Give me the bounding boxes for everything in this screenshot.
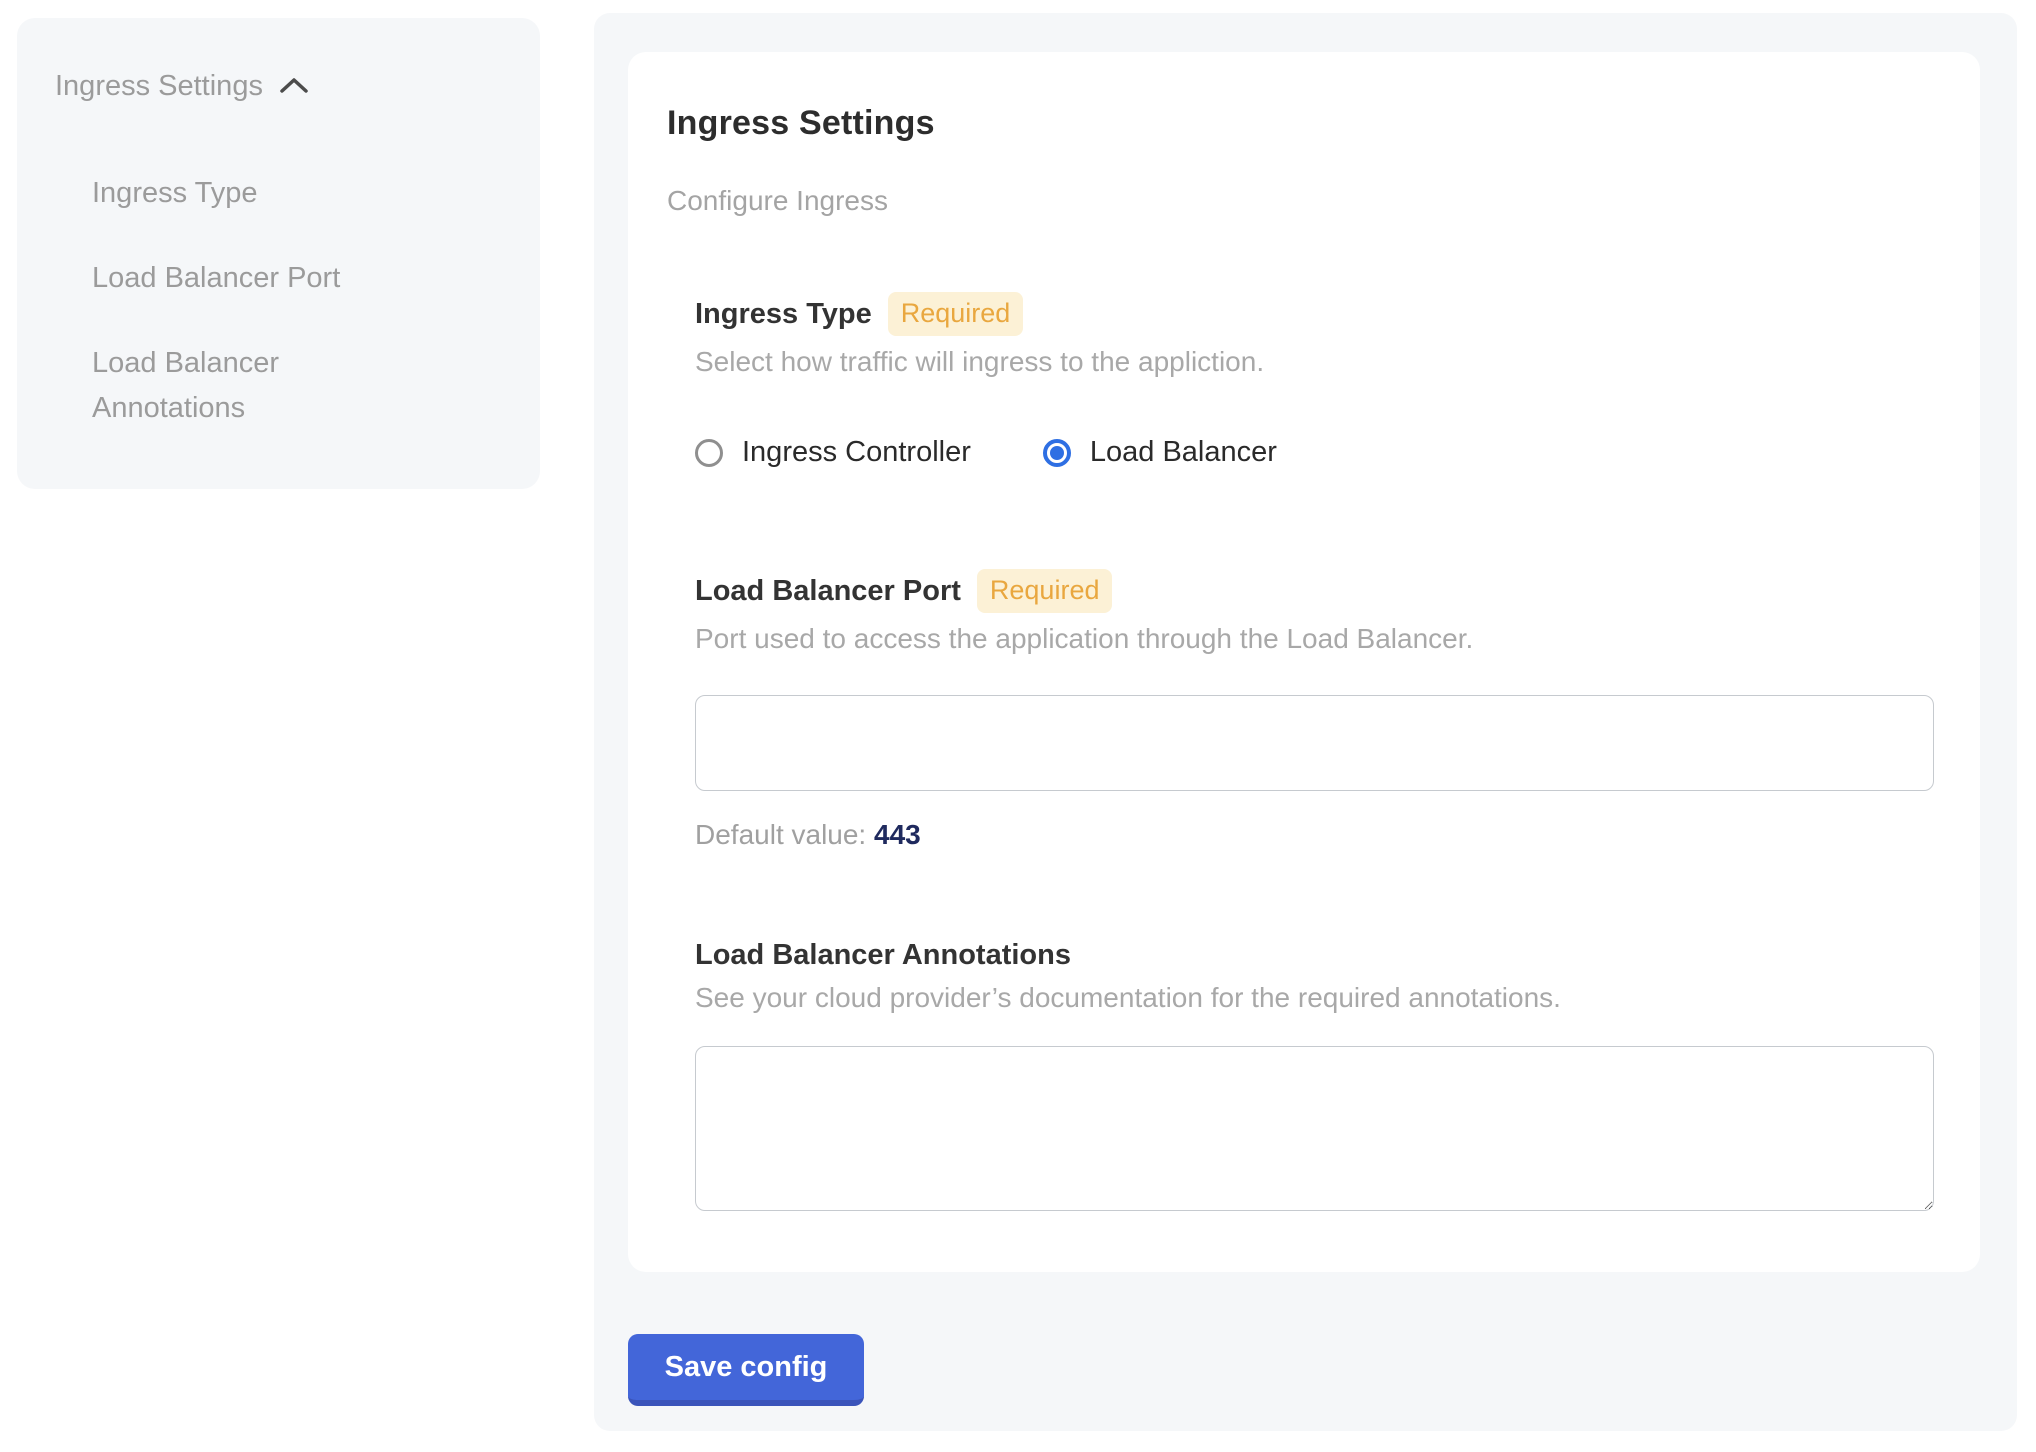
ingress-type-description: Select how traffic will ingress to the a… — [695, 346, 1934, 378]
settings-sidebar: Ingress Settings Ingress Type Load Balan… — [17, 18, 540, 489]
sidebar-section-ingress-settings[interactable]: Ingress Settings — [55, 70, 540, 103]
radio-label: Load Balancer — [1090, 436, 1277, 469]
load-balancer-port-heading: Load Balancer Port — [695, 575, 961, 608]
form-sections: Ingress Type Required Select how traffic… — [695, 292, 1934, 1211]
radio-dot — [1050, 446, 1064, 460]
section-heading-row: Load Balancer Annotations — [695, 939, 1934, 972]
default-value: 443 — [874, 819, 921, 850]
main-panel: Ingress Settings Configure Ingress Ingre… — [594, 13, 2017, 1431]
sidebar-section-label: Ingress Settings — [55, 70, 263, 103]
sidebar-nav-list: Ingress Type Load Balancer Port Load Bal… — [92, 171, 422, 431]
load-balancer-port-input[interactable] — [695, 695, 1934, 791]
load-balancer-port-description: Port used to access the application thro… — [695, 623, 1934, 655]
load-balancer-annotations-textarea[interactable] — [695, 1046, 1934, 1211]
section-ingress-type: Ingress Type Required Select how traffic… — [695, 292, 1934, 469]
default-value-line: Default value: 443 — [695, 819, 1934, 851]
radio-option-load-balancer[interactable]: Load Balancer — [1043, 436, 1277, 469]
sidebar-item-load-balancer-port[interactable]: Load Balancer Port — [92, 256, 422, 301]
required-badge: Required — [977, 569, 1113, 613]
section-heading-row: Load Balancer Port Required — [695, 569, 1934, 613]
sidebar-item-load-balancer-annotations[interactable]: Load Balancer Annotations — [92, 341, 422, 431]
ingress-type-radio-group: Ingress Controller Load Balancer — [695, 436, 1934, 469]
section-heading-row: Ingress Type Required — [695, 292, 1934, 336]
sidebar-item-ingress-type[interactable]: Ingress Type — [92, 171, 422, 216]
radio-unselected-icon[interactable] — [695, 439, 723, 467]
save-config-button[interactable]: Save config — [628, 1334, 864, 1406]
default-value-label: Default value: — [695, 819, 866, 850]
page-subtitle: Configure Ingress — [667, 185, 1934, 217]
load-balancer-annotations-heading: Load Balancer Annotations — [695, 939, 1071, 972]
chevron-up-icon — [279, 70, 309, 103]
load-balancer-annotations-description: See your cloud provider’s documentation … — [695, 982, 1934, 1014]
radio-option-ingress-controller[interactable]: Ingress Controller — [695, 436, 971, 469]
ingress-settings-card: Ingress Settings Configure Ingress Ingre… — [628, 52, 1980, 1272]
page-title: Ingress Settings — [667, 104, 1934, 143]
section-load-balancer-port: Load Balancer Port Required Port used to… — [695, 569, 1934, 851]
radio-selected-icon[interactable] — [1043, 439, 1071, 467]
section-load-balancer-annotations: Load Balancer Annotations See your cloud… — [695, 939, 1934, 1211]
ingress-type-heading: Ingress Type — [695, 298, 872, 331]
radio-label: Ingress Controller — [742, 436, 971, 469]
required-badge: Required — [888, 292, 1024, 336]
